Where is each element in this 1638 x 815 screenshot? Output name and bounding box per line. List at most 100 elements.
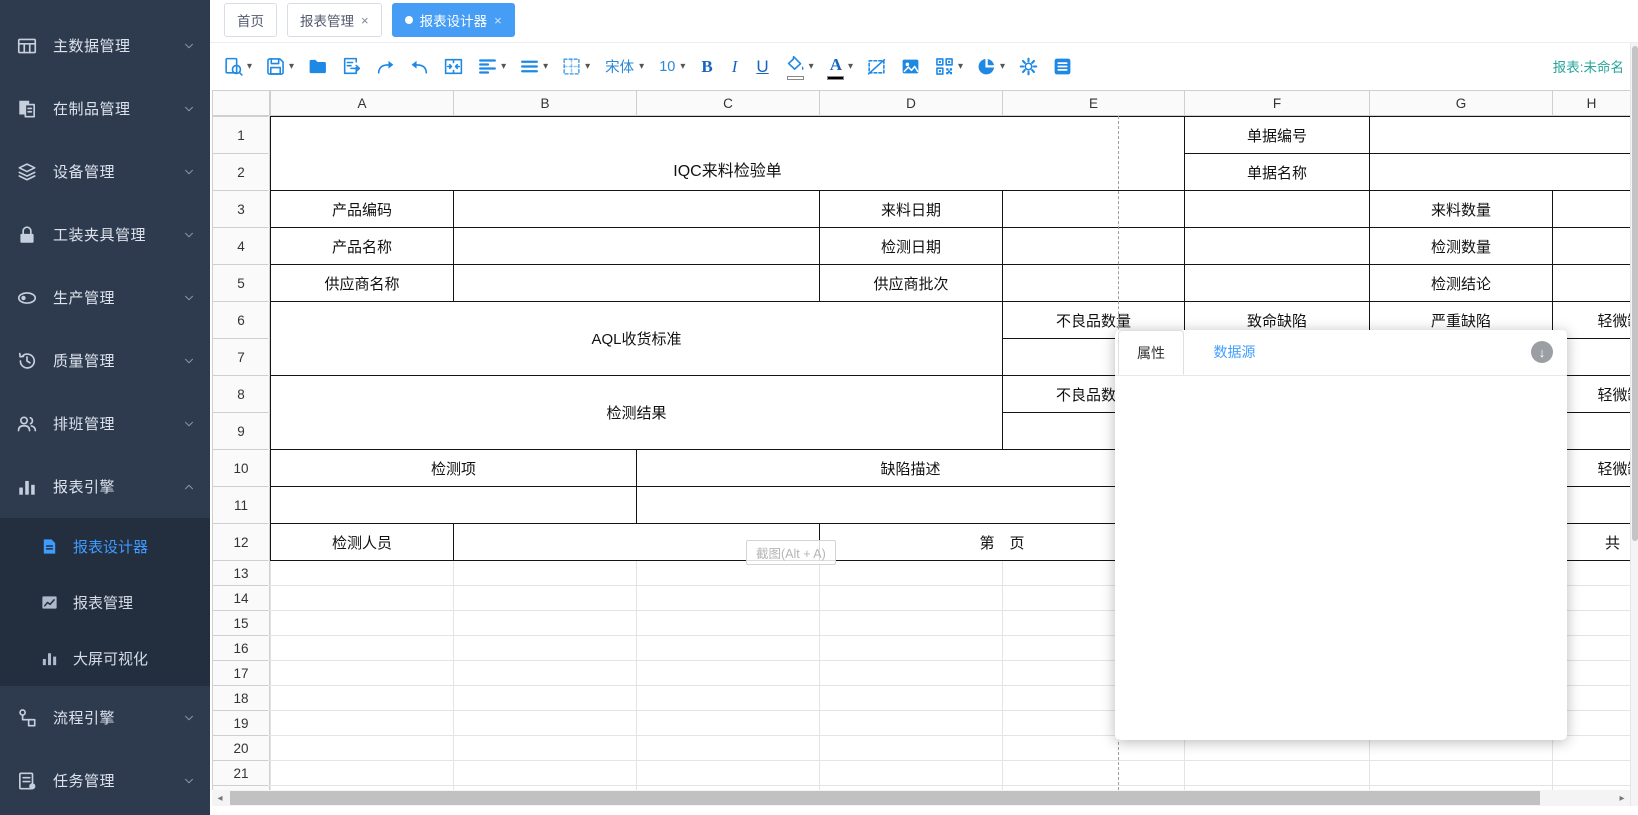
- sidebar-item-3[interactable]: 工装夹具管理: [0, 203, 210, 266]
- font-family-button[interactable]: 宋体▾: [600, 53, 647, 80]
- cell-r3c6[interactable]: [1184, 190, 1370, 228]
- scroll-right-arrow-icon[interactable]: ▸: [1614, 793, 1630, 804]
- cell-r5c1[interactable]: 供应商名称: [270, 264, 454, 302]
- row-header-9[interactable]: 9: [212, 412, 270, 450]
- col-header-B[interactable]: B: [453, 90, 637, 116]
- col-header-F[interactable]: F: [1184, 90, 1370, 116]
- cell-r1c6[interactable]: 单据编号: [1184, 116, 1370, 154]
- col-header-G[interactable]: G: [1369, 90, 1553, 116]
- export-button[interactable]: [338, 53, 365, 80]
- circle-down-arrow-icon[interactable]: ↓: [1531, 341, 1553, 363]
- cell-r4c2[interactable]: [453, 227, 820, 265]
- cell-r3c8[interactable]: [1552, 190, 1630, 228]
- row-header-4[interactable]: 4: [212, 227, 270, 265]
- underline-button[interactable]: U: [750, 53, 774, 80]
- tab-home[interactable]: 首页: [224, 3, 277, 37]
- cell-r3c5[interactable]: [1002, 190, 1185, 228]
- cell-r3c7[interactable]: 来料数量: [1369, 190, 1553, 228]
- row-header-15[interactable]: 15: [212, 610, 270, 636]
- cell-r3c4[interactable]: 来料日期: [819, 190, 1003, 228]
- col-header-C[interactable]: C: [636, 90, 820, 116]
- row-header-3[interactable]: 3: [212, 190, 270, 228]
- sidebar-subitem-1[interactable]: 报表管理: [0, 574, 210, 630]
- row-header-10[interactable]: 10: [212, 449, 270, 487]
- row-header-20[interactable]: 20: [212, 735, 270, 761]
- row-header-19[interactable]: 19: [212, 710, 270, 736]
- cell-r4c8[interactable]: [1552, 227, 1630, 265]
- cell-r2c6[interactable]: 单据名称: [1184, 153, 1370, 191]
- clear-cell-button[interactable]: [863, 53, 890, 80]
- row-header-13[interactable]: 13: [212, 560, 270, 586]
- redo-button[interactable]: [372, 53, 399, 80]
- row-header-14[interactable]: 14: [212, 585, 270, 611]
- cell-r12c1[interactable]: 检测人员: [270, 523, 454, 561]
- merge-cells-button[interactable]: [440, 53, 467, 80]
- sidebar-subitem-2[interactable]: 大屏可视化: [0, 630, 210, 686]
- insert-image-button[interactable]: [897, 53, 924, 80]
- row-header-11[interactable]: 11: [212, 486, 270, 524]
- sidebar-item-9[interactable]: 任务管理: [0, 749, 210, 812]
- properties-button[interactable]: [1049, 53, 1076, 80]
- scroll-left-arrow-icon[interactable]: ◂: [212, 793, 228, 804]
- italic-button[interactable]: I: [726, 53, 744, 80]
- sidebar-item-1[interactable]: 在制品管理: [0, 77, 210, 140]
- row-header-1[interactable]: 1: [212, 116, 270, 154]
- cell-r5c8[interactable]: [1552, 264, 1630, 302]
- cell-r5c6[interactable]: [1184, 264, 1370, 302]
- font-color-button[interactable]: A▾: [824, 51, 856, 83]
- sidebar-item-7[interactable]: 报表引擎: [0, 455, 210, 518]
- cell-r3c2[interactable]: [453, 190, 820, 228]
- chart-button[interactable]: ▾: [973, 53, 1008, 80]
- form-title-cell[interactable]: IQC来料检验单: [270, 116, 1185, 191]
- col-header-A[interactable]: A: [270, 90, 454, 116]
- cell-r1c7[interactable]: [1369, 116, 1630, 154]
- cell-r4c6[interactable]: [1184, 227, 1370, 265]
- qrcode-button[interactable]: ▾: [931, 53, 966, 80]
- row-header-8[interactable]: 8: [212, 375, 270, 413]
- cell-r10c1[interactable]: 检测项: [270, 449, 637, 487]
- cell-r2c7[interactable]: [1369, 153, 1630, 191]
- row-header-6[interactable]: 6: [212, 301, 270, 339]
- cell-r5c7[interactable]: 检测结论: [1369, 264, 1553, 302]
- sidebar-item-5[interactable]: 质量管理: [0, 329, 210, 392]
- cell-r4c4[interactable]: 检测日期: [819, 227, 1003, 265]
- panel-tab-datasource[interactable]: 数据源: [1213, 330, 1255, 375]
- tab-report-manage[interactable]: 报表管理 ×: [287, 3, 382, 37]
- col-header-D[interactable]: D: [819, 90, 1003, 116]
- cell-r5c4[interactable]: 供应商批次: [819, 264, 1003, 302]
- row-header-7[interactable]: 7: [212, 338, 270, 376]
- open-button[interactable]: [304, 53, 331, 80]
- tab-report-designer[interactable]: 报表设计器 ×: [392, 3, 515, 37]
- row-header-16[interactable]: 16: [212, 635, 270, 661]
- col-header-H[interactable]: H: [1552, 90, 1630, 116]
- cell-r4c1[interactable]: 产品名称: [270, 227, 454, 265]
- cell-r11c3[interactable]: [636, 486, 1185, 524]
- close-icon[interactable]: ×: [494, 14, 502, 27]
- sheet-corner-cell[interactable]: [212, 90, 270, 116]
- row-header-21[interactable]: 21: [212, 760, 270, 786]
- cell-r11c1[interactable]: [270, 486, 637, 524]
- settings-button[interactable]: [1015, 53, 1042, 80]
- border-style-button[interactable]: ▾: [516, 53, 551, 80]
- align-button[interactable]: ▾: [474, 53, 509, 80]
- sidebar-item-2[interactable]: 设备管理: [0, 140, 210, 203]
- close-icon[interactable]: ×: [361, 14, 369, 27]
- row-header-2[interactable]: 2: [212, 153, 270, 191]
- sidebar-item-0[interactable]: 主数据管理: [0, 14, 210, 77]
- sidebar-subitem-0[interactable]: 报表设计器: [0, 518, 210, 574]
- col-header-E[interactable]: E: [1002, 90, 1185, 116]
- grid-border-button[interactable]: ▾: [558, 53, 593, 80]
- cell-r5c2[interactable]: [453, 264, 820, 302]
- bold-button[interactable]: B: [695, 53, 718, 80]
- cell-r8c1[interactable]: 检测结果: [270, 375, 1003, 450]
- cell-r10c3[interactable]: 缺陷描述: [636, 449, 1185, 487]
- preview-button[interactable]: ▾: [220, 53, 255, 80]
- row-header-5[interactable]: 5: [212, 264, 270, 302]
- fill-color-button[interactable]: ▾: [782, 51, 817, 83]
- undo-button[interactable]: [406, 53, 433, 80]
- save-button[interactable]: ▾: [262, 53, 297, 80]
- row-header-18[interactable]: 18: [212, 685, 270, 711]
- horizontal-scrollbar-thumb[interactable]: [230, 791, 1540, 805]
- sidebar-item-4[interactable]: 生产管理: [0, 266, 210, 329]
- cell-r5c5[interactable]: [1002, 264, 1185, 302]
